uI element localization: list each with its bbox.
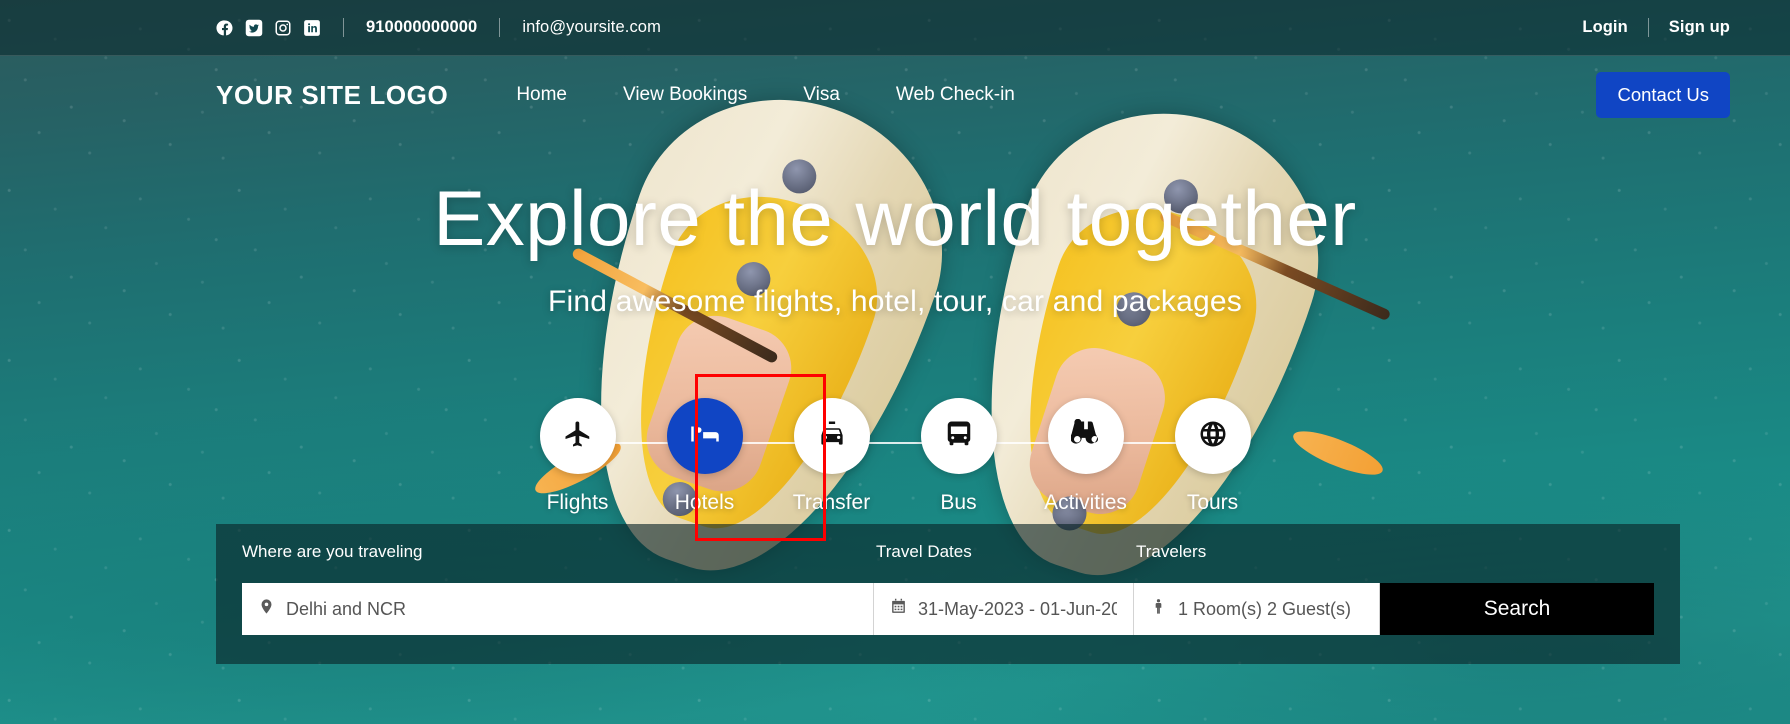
linkedin-icon[interactable] — [303, 19, 321, 37]
category-label: Hotels — [674, 491, 735, 514]
divider — [1647, 18, 1649, 37]
category-label: Tours — [1186, 491, 1239, 514]
hero-section: Explore the world together Find awesome … — [0, 174, 1790, 319]
travelers-label: Travelers — [1136, 542, 1207, 561]
page-root: 910000000000 info@yoursite.com Login Sig… — [0, 0, 1790, 724]
travelers-input[interactable]: 1 Room(s) 2 Guest(s) — [1134, 583, 1380, 635]
contact-us-button[interactable]: Contact Us — [1596, 72, 1730, 118]
category-icon-wrap — [793, 398, 870, 474]
category-flights[interactable]: Flights — [514, 398, 641, 515]
category-label: Flights — [546, 491, 609, 514]
category-icon-wrap — [920, 398, 997, 474]
category-transfer[interactable]: Transfer — [768, 398, 895, 515]
globe-icon — [1198, 419, 1228, 454]
topbar-right-group: Login Sign up — [1582, 18, 1730, 37]
search-field-labels: Where are you traveling Travel Dates Tra… — [216, 542, 1680, 566]
login-link[interactable]: Login — [1582, 18, 1627, 37]
instagram-icon[interactable] — [274, 19, 292, 37]
person-icon — [1150, 597, 1167, 621]
travelers-value: 1 Room(s) 2 Guest(s) — [1178, 598, 1352, 619]
social-links — [216, 19, 321, 37]
top-utility-bar: 910000000000 info@yoursite.com Login Sig… — [0, 0, 1790, 56]
category-icon-wrap — [666, 398, 743, 474]
facebook-icon[interactable] — [216, 19, 234, 37]
nav-item-home[interactable]: Home — [516, 84, 567, 106]
calendar-icon — [890, 597, 907, 621]
travel-dates-value: 31-May-2023 - 01-Jun-2023 — [918, 598, 1117, 619]
category-label: Bus — [940, 491, 977, 514]
bus-icon — [944, 419, 974, 454]
divider — [343, 18, 344, 37]
destination-label: Where are you traveling — [242, 542, 423, 561]
location-pin-icon — [258, 597, 275, 621]
category-icon-wrap — [1174, 398, 1251, 474]
plane-icon — [563, 419, 593, 454]
category-label: Transfer — [792, 491, 871, 514]
main-navigation: Home View Bookings Visa Web Check-in — [516, 84, 1015, 106]
nav-item-web-check-in[interactable]: Web Check-in — [896, 84, 1015, 106]
hero-title: Explore the world together — [433, 174, 1357, 262]
twitter-icon[interactable] — [245, 19, 263, 37]
divider — [499, 18, 501, 37]
nav-item-visa[interactable]: Visa — [803, 84, 840, 106]
travel-dates-input[interactable]: 31-May-2023 - 01-Jun-2023 — [874, 583, 1134, 635]
nav-item-view-bookings[interactable]: View Bookings — [623, 84, 747, 106]
category-label: Activities — [1044, 491, 1127, 514]
search-button[interactable]: Search — [1380, 583, 1654, 635]
search-panel: Where are you traveling Travel Dates Tra… — [216, 524, 1680, 664]
destination-input[interactable]: Delhi and NCR — [242, 583, 874, 635]
email-address[interactable]: info@yoursite.com — [522, 18, 661, 37]
category-activities[interactable]: Activities — [1022, 398, 1149, 515]
category-tours[interactable]: Tours — [1149, 398, 1276, 515]
category-icon-wrap — [539, 398, 616, 474]
taxi-icon — [817, 419, 847, 454]
topbar-left-group: 910000000000 info@yoursite.com — [216, 18, 661, 37]
bed-icon — [690, 419, 720, 454]
site-header: YOUR SITE LOGO Home View Bookings Visa W… — [0, 56, 1790, 134]
category-icon-wrap — [1047, 398, 1124, 474]
category-bus[interactable]: Bus — [895, 398, 1022, 515]
site-logo[interactable]: YOUR SITE LOGO — [216, 80, 448, 111]
binoculars-icon — [1069, 418, 1101, 454]
signup-link[interactable]: Sign up — [1669, 18, 1730, 37]
category-hotels[interactable]: Hotels — [641, 398, 768, 515]
hero-subtitle: Find awesome flights, hotel, tour, car a… — [548, 285, 1242, 319]
category-selector: Flights Hotels Transfer Bus Activities T… — [0, 398, 1790, 515]
travel-dates-label: Travel Dates — [876, 542, 972, 561]
phone-number[interactable]: 910000000000 — [366, 18, 477, 37]
destination-value: Delhi and NCR — [286, 598, 407, 619]
search-fields-row: Delhi and NCR 31-May-2023 - 01-Jun-2023 … — [242, 583, 1654, 635]
